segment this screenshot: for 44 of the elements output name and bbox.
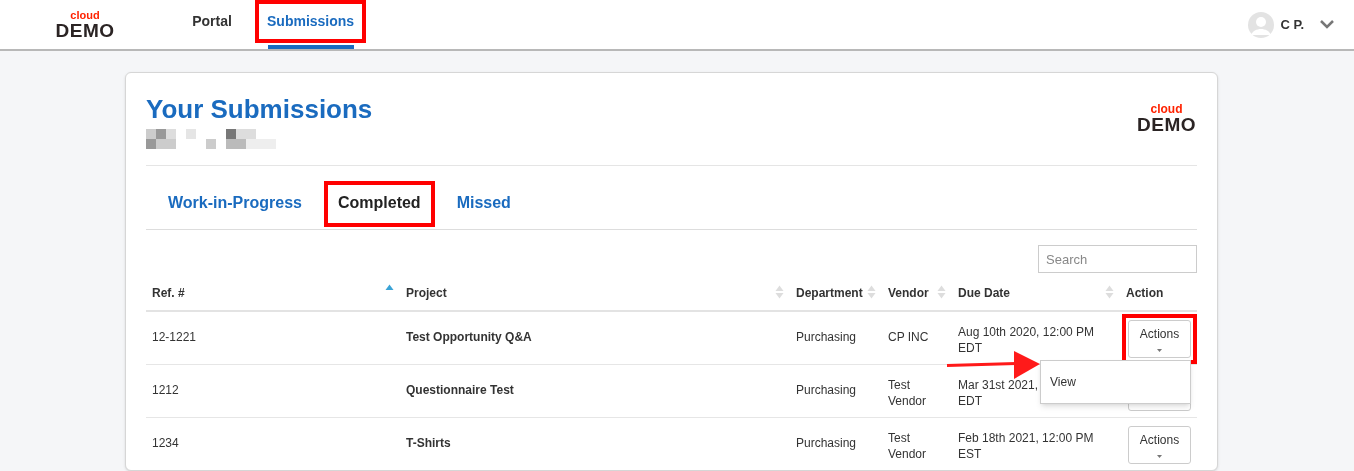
sort-icon[interactable]	[775, 284, 784, 300]
table-cell: CP INC	[888, 329, 929, 345]
tab[interactable]: Missed	[442, 181, 525, 227]
actions-button[interactable]: Actions	[1128, 426, 1191, 464]
caret-icon	[1157, 455, 1162, 458]
sort-icon[interactable]	[937, 284, 946, 300]
chevron-down-icon[interactable]	[1320, 20, 1334, 29]
sort-icon[interactable]	[867, 284, 876, 300]
table-cell: Questionnaire Test	[406, 382, 514, 398]
sort-icon[interactable]	[1105, 284, 1114, 300]
avatar-icon	[1248, 11, 1275, 38]
table-cell: Purchasing	[796, 435, 857, 451]
table-cell: Purchasing	[796, 329, 857, 345]
column-header[interactable]: Ref. #	[152, 284, 185, 302]
column-header: Action	[1126, 285, 1164, 302]
nav-link[interactable]: Submissions	[255, 0, 367, 43]
table-cell: 1212	[152, 382, 179, 398]
column-header[interactable]: Project	[406, 284, 447, 302]
table-cell-text: Test Vendor	[888, 430, 928, 462]
page-title: Your Submissions	[146, 93, 373, 125]
logo-text: DEMO	[55, 20, 115, 40]
table-cell: 12-1221	[152, 329, 197, 345]
table-cell: T-Shirts	[406, 435, 451, 451]
menu-item[interactable]: View	[1041, 369, 1190, 395]
actions-button[interactable]: Actions	[1128, 320, 1191, 358]
column-header[interactable]: Department	[796, 284, 863, 302]
logo-text: DEMO	[1137, 115, 1196, 134]
table-cell: Test Opportunity Q&A	[406, 329, 532, 345]
table-cell-text: Aug 10th 2020, 12:00 PM EDT	[958, 324, 1096, 356]
table-cell: 1234	[152, 435, 179, 451]
table-cell-text: Feb 18th 2021, 12:00 PM EST	[958, 430, 1095, 462]
user-name[interactable]: C P.	[1280, 14, 1304, 35]
table-cell: Mar 31st 2021, EDT	[958, 377, 1039, 409]
logo-text: cloud	[70, 9, 100, 21]
nav-link[interactable]: Portal	[180, 0, 244, 43]
tab[interactable]: Work-in-Progress	[154, 181, 316, 227]
caret-icon	[1157, 349, 1162, 352]
column-header[interactable]: Vendor	[888, 284, 929, 302]
tab[interactable]: Completed	[323, 181, 435, 227]
table-cell: Purchasing	[796, 382, 857, 398]
column-header[interactable]: Due Date	[958, 284, 1010, 302]
search-field[interactable]: Search	[1038, 245, 1197, 273]
table-cell-text: Test Vendor	[888, 377, 928, 409]
logo-text: cloud	[1150, 103, 1183, 115]
